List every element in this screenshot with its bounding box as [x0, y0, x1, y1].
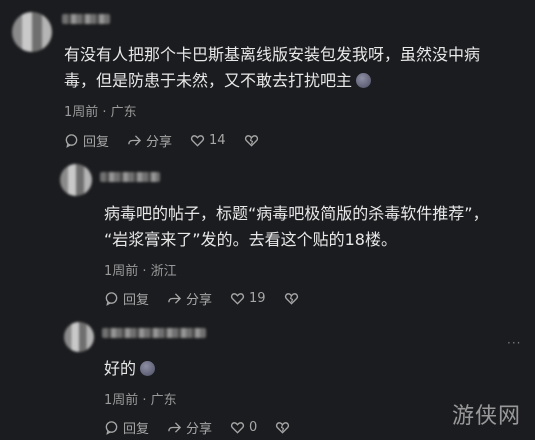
share-label: 分享 — [146, 135, 173, 150]
reply-icon — [104, 420, 119, 435]
share-icon — [167, 420, 182, 435]
comment-meta: 1周前 · 广东 — [104, 393, 177, 408]
heart-icon — [230, 291, 245, 306]
avatar[interactable] — [12, 12, 52, 52]
broken-heart-icon — [284, 291, 299, 306]
comment-text-line: 有没有人把那个卡巴斯基离线版安装包发我呀，虽然没中病 — [64, 45, 481, 64]
share-label: 分享 — [186, 293, 213, 308]
comment-text-line: “岩浆膏来了”发的。去看这个贴的18楼。 — [104, 230, 397, 249]
comment-actions: 回复 分享 14 — [64, 131, 259, 150]
reply-button[interactable]: 回复 — [64, 131, 109, 150]
reply-icon — [64, 133, 79, 148]
comment-actions: 回复 分享 0 — [104, 418, 290, 437]
watermark-logo: 游侠网 — [451, 404, 521, 429]
more-options-icon[interactable]: ··· — [507, 337, 523, 349]
comment-text-span: 好的 — [104, 359, 137, 378]
sticker-emoji-icon — [140, 361, 156, 376]
like-count: 14 — [209, 133, 226, 148]
comment-text: 好的 — [104, 356, 524, 382]
reply-label: 回复 — [123, 293, 150, 308]
reply-button[interactable]: 回复 — [104, 289, 149, 308]
broken-heart-icon — [275, 420, 290, 435]
like-button[interactable]: 0 — [230, 420, 257, 435]
broken-heart-icon — [244, 133, 259, 148]
like-button[interactable]: 19 — [230, 291, 266, 306]
like-count: 19 — [249, 291, 266, 306]
share-icon — [127, 133, 142, 148]
reply-label: 回复 — [83, 135, 110, 150]
comment-text: 病毒吧的帖子，标题“病毒吧极简版的杀毒软件推荐”， “岩浆膏来了”发的。去看这个… — [104, 201, 529, 253]
share-label: 分享 — [186, 422, 213, 437]
reply-label: 回复 — [123, 422, 150, 437]
dislike-button[interactable] — [244, 133, 259, 148]
reply-icon — [104, 291, 119, 306]
username-blurred[interactable] — [100, 172, 160, 182]
comment-text-line: 好的 — [104, 356, 524, 382]
like-count: 0 — [249, 420, 258, 435]
share-icon — [167, 291, 182, 306]
comment-text: 有没有人把那个卡巴斯基离线版安装包发我呀，虽然没中病 毒，但是防患于未然，又不敢… — [64, 42, 524, 94]
comment-meta: 1周前 · 浙江 — [104, 264, 177, 279]
share-button[interactable]: 分享 — [167, 418, 212, 437]
avatar[interactable] — [64, 322, 94, 352]
dislike-button[interactable] — [275, 420, 290, 435]
share-button[interactable]: 分享 — [167, 289, 212, 308]
dislike-button[interactable] — [284, 291, 299, 306]
avatar[interactable] — [60, 164, 92, 196]
comment-text-line: 病毒吧的帖子，标题“病毒吧极简版的杀毒软件推荐”， — [104, 204, 489, 223]
heart-icon — [230, 420, 245, 435]
heart-icon — [190, 133, 205, 148]
sticker-emoji-icon — [356, 73, 372, 88]
comment-meta: 1周前 · 广东 — [64, 105, 137, 120]
comment-actions: 回复 分享 19 — [104, 289, 299, 308]
username-blurred[interactable] — [102, 328, 206, 338]
share-button[interactable]: 分享 — [127, 131, 172, 150]
username-blurred[interactable] — [62, 14, 110, 24]
like-button[interactable]: 14 — [190, 133, 226, 148]
reply-button[interactable]: 回复 — [104, 418, 149, 437]
comment-text-span: 毒，但是防患于未然，又不敢去打扰吧主 — [64, 71, 353, 90]
comment-text-line: 毒，但是防患于未然，又不敢去打扰吧主 — [64, 68, 524, 94]
